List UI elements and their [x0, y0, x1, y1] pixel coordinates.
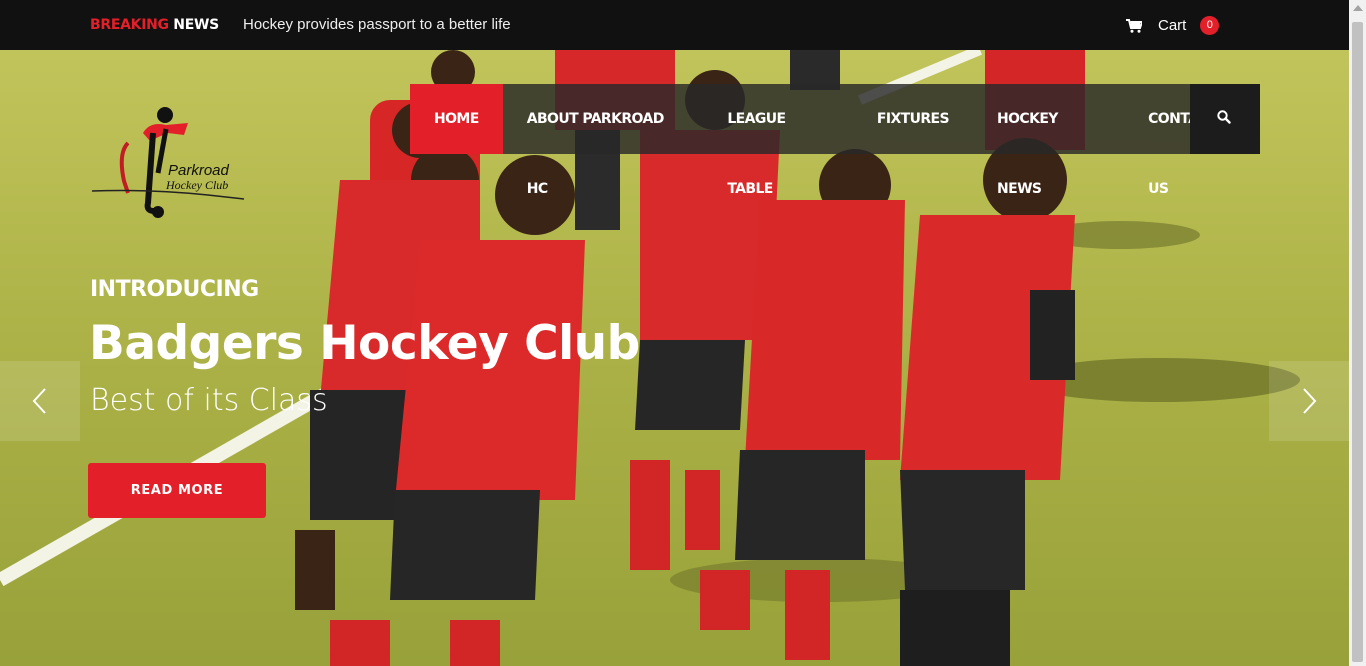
breaking-word: BREAKING [90, 17, 169, 33]
read-more-button[interactable]: READ MORE [88, 463, 266, 518]
slide-subline: Best of its Class [90, 383, 328, 418]
slide-headline: Badgers Hockey Club [89, 316, 640, 371]
main-navigation: HOME ABOUT PARKROAD HC LEAGUE TABLE FIXT… [410, 84, 1260, 197]
nav-item-fixtures[interactable]: FIXTURES [853, 84, 973, 154]
breaking-news-label: BREAKING NEWS [90, 17, 219, 33]
nav-item-league-table[interactable]: LEAGUE TABLE [703, 84, 853, 197]
cart-label: Cart [1158, 17, 1187, 34]
cart-count-badge: 0 [1200, 16, 1220, 35]
logo-text-line2: Hockey Club [165, 178, 228, 192]
news-ticker-link[interactable]: Hockey provides passport to a better lif… [243, 16, 511, 33]
scroll-up-icon[interactable] [1353, 5, 1363, 11]
cart-icon [1126, 18, 1142, 33]
slide-intro: INTRODUCING [90, 277, 259, 302]
slider-next-button[interactable] [1269, 361, 1349, 441]
scrollbar-thumb[interactable] [1352, 22, 1363, 662]
logo-text-line1: Parkroad [168, 162, 230, 179]
search-icon [1217, 110, 1231, 124]
search-button[interactable] [1190, 84, 1260, 154]
top-bar: BREAKING NEWS Hockey provides passport t… [0, 0, 1349, 50]
club-logo[interactable]: Parkroad Hockey Club [88, 103, 248, 223]
chevron-right-icon [1303, 388, 1317, 414]
news-word: NEWS [173, 17, 219, 33]
cart-button[interactable]: Cart 0 [1126, 16, 1220, 35]
chevron-left-icon [32, 388, 46, 414]
nav-item-home[interactable]: HOME [410, 84, 503, 154]
slider-prev-button[interactable] [0, 361, 80, 441]
nav-item-about[interactable]: ABOUT PARKROAD HC [503, 84, 704, 197]
nav-item-hockey-news[interactable]: HOCKEY NEWS [973, 84, 1124, 197]
